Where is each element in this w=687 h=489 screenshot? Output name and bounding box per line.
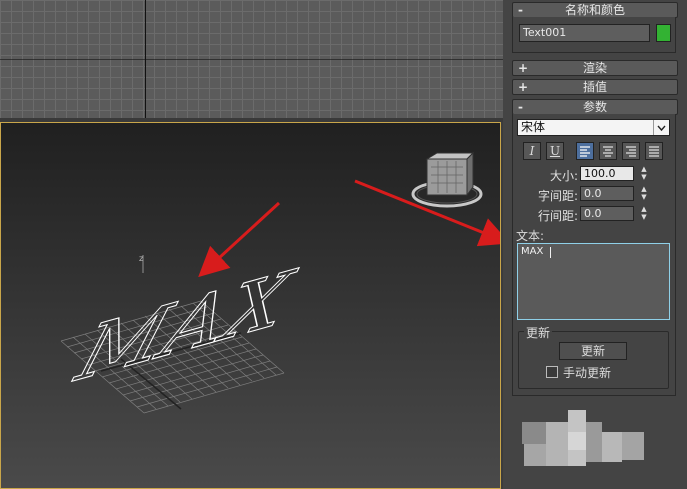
update-group: 更新 更新 手动更新: [518, 324, 669, 389]
manual-update-checkbox[interactable]: [546, 366, 558, 378]
text-area[interactable]: MAX: [517, 243, 670, 320]
rollout-name-color-header[interactable]: - 名称和颜色: [512, 2, 678, 18]
rollout-interpolation-header[interactable]: + 插值: [512, 79, 678, 95]
pivot-gizmo: z: [139, 254, 144, 273]
size-spinner-arrows[interactable]: ▲ ▼: [640, 165, 648, 181]
rollout-title: 渲染: [582, 61, 607, 75]
align-center-button[interactable]: [599, 142, 617, 160]
chevron-down-icon: [653, 120, 669, 135]
size-label: 大小:: [549, 169, 578, 183]
rollout-title: 名称和颜色: [564, 3, 625, 17]
rollout-title: 参数: [582, 100, 607, 114]
kerning-input[interactable]: 0.0: [580, 186, 634, 201]
align-center-icon: [603, 146, 613, 157]
align-right-icon: [626, 146, 636, 157]
object-name-field[interactable]: Text001: [519, 24, 650, 42]
justify-icon: [649, 146, 659, 157]
underline-button[interactable]: U: [546, 142, 564, 160]
size-input[interactable]: 100.0: [580, 166, 634, 181]
rollout-name-color-body: Text001: [512, 17, 676, 53]
perspective-scene: z MAX: [60, 151, 500, 414]
kerning-spinner-arrows[interactable]: ▲ ▼: [640, 185, 648, 201]
leading-spinner-arrows[interactable]: ▲ ▼: [640, 205, 648, 221]
align-right-button[interactable]: [622, 142, 640, 160]
text-area-value: MAX: [521, 246, 544, 257]
align-left-button[interactable]: [576, 142, 594, 160]
command-panel: - 名称和颜色 Text001 + 渲染 + 插值 - 参数 宋体 I U 大小…: [503, 0, 687, 489]
rollout-render-header[interactable]: + 渲染: [512, 60, 678, 76]
axis-label-z: z: [139, 254, 143, 263]
annotation-arrow-left: [198, 201, 281, 278]
object-color-swatch[interactable]: [656, 24, 671, 42]
kerning-label: 字间距:: [537, 189, 578, 203]
italic-button[interactable]: I: [523, 142, 541, 160]
text-object-max[interactable]: MAX: [64, 252, 305, 400]
rollout-parameters-body: 宋体 I U 大小: 100.0 ▲ ▼ 字间距: 0.0 ▲ ▼ 行间距: 0.0…: [512, 114, 676, 396]
text-label: 文本:: [516, 229, 545, 243]
top-viewport[interactable]: [0, 0, 503, 118]
rollout-parameters-header[interactable]: - 参数: [512, 99, 678, 115]
align-left-icon: [580, 146, 590, 157]
rollout-title: 插值: [582, 80, 607, 94]
manual-update-label: 手动更新: [563, 366, 612, 380]
font-dropdown[interactable]: 宋体: [517, 119, 670, 136]
update-button[interactable]: 更新: [559, 342, 627, 360]
font-dropdown-value: 宋体: [521, 120, 546, 134]
viewcube[interactable]: [411, 151, 483, 208]
update-group-title: 更新: [524, 324, 553, 341]
leading-label: 行间距:: [537, 209, 578, 223]
text-caret: [550, 247, 551, 258]
grid-axis-horizontal: [0, 59, 503, 60]
justify-button[interactable]: [645, 142, 663, 160]
leading-input[interactable]: 0.0: [580, 206, 634, 221]
perspective-viewport[interactable]: z MAX: [0, 122, 501, 489]
